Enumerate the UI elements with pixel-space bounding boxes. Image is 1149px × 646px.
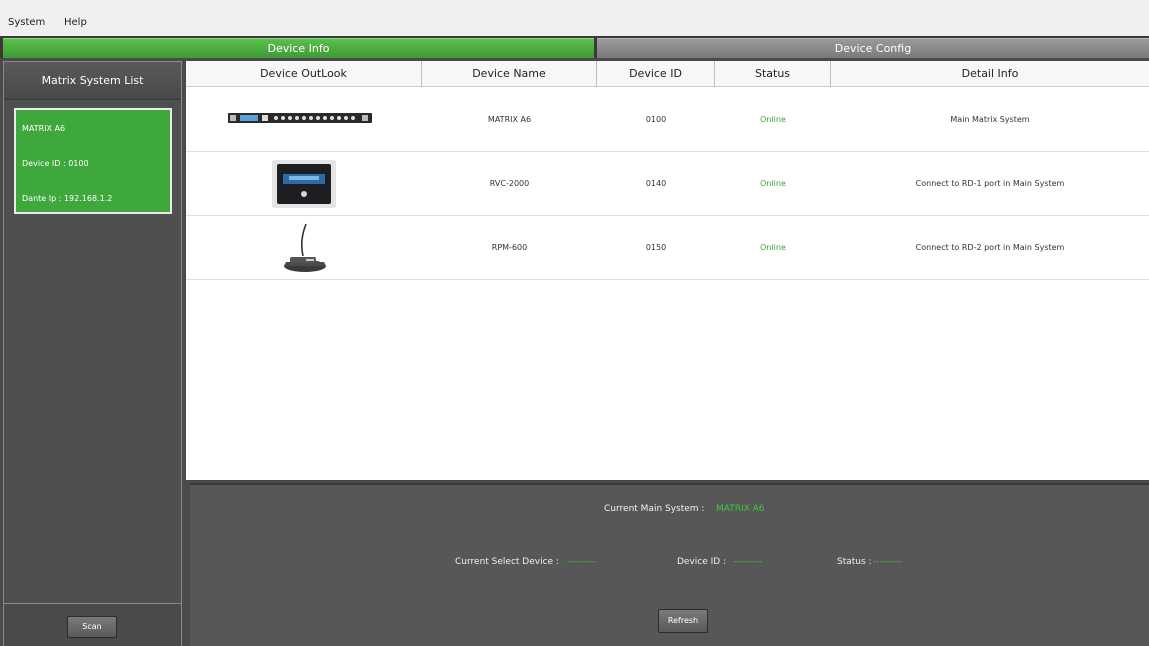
device-id-cell: 0140 xyxy=(645,179,667,188)
current-select-device-value: --------- xyxy=(567,557,597,567)
menu-system[interactable]: System xyxy=(8,17,45,28)
system-card-dante-ip: Dante Ip : 192.168.1.2 xyxy=(22,194,113,203)
system-card-name: MATRIX A6 xyxy=(22,124,66,133)
current-main-system-label: Current Main System : xyxy=(604,504,705,514)
device-detail-cell: Connect to RD-1 port in Main System xyxy=(915,179,1065,188)
gooseneck-mic-icon xyxy=(284,223,326,272)
matrix-system-sidebar: Matrix System List MATRIX A6 Device ID :… xyxy=(3,61,182,646)
system-card-matrix-a6[interactable]: MATRIX A6 Device ID : 0100 Dante Ip : 19… xyxy=(14,108,172,214)
system-card-device-id: Device ID : 0100 xyxy=(22,159,89,168)
device-id-label: Device ID : xyxy=(677,557,727,567)
menu-bar: System Help xyxy=(0,0,1149,36)
tab-device-config[interactable]: Device Config xyxy=(597,38,1149,58)
header-detail-info[interactable]: Detail Info xyxy=(831,61,1149,87)
device-id-cell: 0150 xyxy=(645,243,667,252)
header-status[interactable]: Status xyxy=(715,61,831,87)
current-main-system-value: MATRIX A6 xyxy=(716,504,765,514)
header-device-name[interactable]: Device Name xyxy=(422,61,597,87)
device-name-cell: RPM-600 xyxy=(491,243,528,252)
device-outlook-cell xyxy=(186,88,422,152)
sidebar-title: Matrix System List xyxy=(4,62,181,100)
device-id-cell: 0100 xyxy=(645,115,667,124)
header-device-outlook[interactable]: Device OutLook xyxy=(186,61,422,87)
device-name-cell: RVC-2000 xyxy=(489,179,530,188)
device-outlook-cell xyxy=(186,216,422,280)
tab-device-info[interactable]: Device Info xyxy=(3,38,594,58)
tab-bar: Device Info Device Config xyxy=(0,36,1149,58)
device-table: Device OutLook Device Name Device ID Sta… xyxy=(186,61,1149,480)
scan-button[interactable]: Scan xyxy=(67,616,117,638)
device-name-cell: MATRIX A6 xyxy=(487,115,532,124)
menu-help[interactable]: Help xyxy=(64,17,87,28)
rack-device-icon xyxy=(228,113,372,123)
touch-panel-icon xyxy=(272,160,336,208)
device-status-cell: Online xyxy=(760,115,786,124)
status-value: --------- xyxy=(873,557,903,567)
device-detail-cell: Main Matrix System xyxy=(950,115,1030,124)
sidebar-footer: Scan xyxy=(4,603,181,646)
table-row[interactable]: MATRIX A6 0100 Online Main Matrix System xyxy=(186,88,1149,152)
device-status-cell: Online xyxy=(760,243,786,252)
status-label: Status : xyxy=(837,557,872,567)
system-status-panel: Current Main System : MATRIX A6 Current … xyxy=(190,483,1149,646)
device-outlook-cell xyxy=(186,152,422,216)
current-select-device-label: Current Select Device : xyxy=(455,557,559,567)
device-status-cell: Online xyxy=(760,179,786,188)
table-row[interactable]: RVC-2000 0140 Online Connect to RD-1 por… xyxy=(186,152,1149,216)
table-header: Device OutLook Device Name Device ID Sta… xyxy=(186,61,1149,87)
refresh-button[interactable]: Refresh xyxy=(658,609,708,633)
device-id-value: --------- xyxy=(733,557,763,567)
header-device-id[interactable]: Device ID xyxy=(597,61,715,87)
device-detail-cell: Connect to RD-2 port in Main System xyxy=(915,243,1065,252)
table-row[interactable]: RPM-600 0150 Online Connect to RD-2 port… xyxy=(186,216,1149,280)
